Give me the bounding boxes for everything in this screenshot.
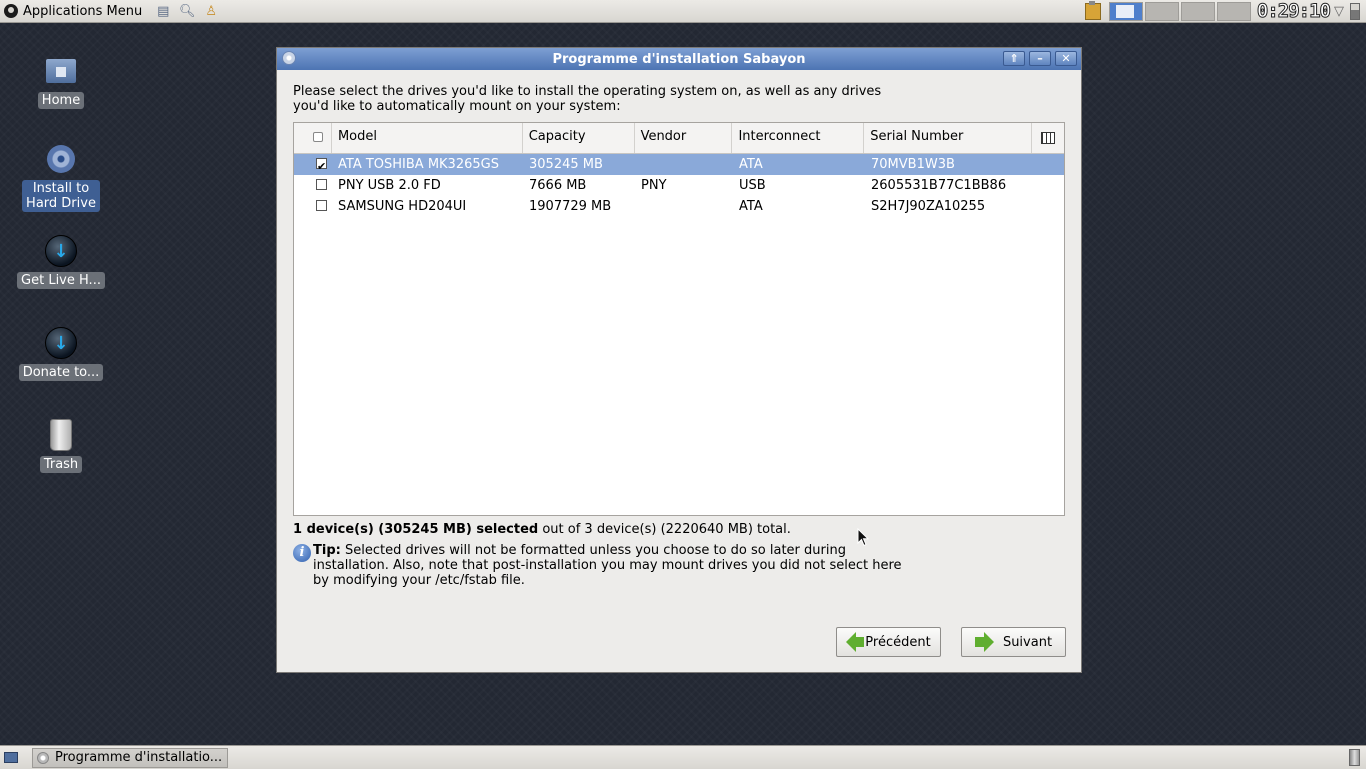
row-checkbox[interactable] bbox=[316, 156, 327, 175]
column-vendor[interactable]: Vendor bbox=[635, 123, 733, 153]
desktop-icon-label: Trash bbox=[39, 456, 83, 473]
back-button[interactable]: Précédent bbox=[836, 627, 941, 657]
table-row[interactable]: ATA TOSHIBA MK3265GS 305245 MB ATA 70MVB… bbox=[294, 154, 1064, 175]
cell-interconnect: ATA bbox=[739, 199, 763, 214]
desktop-icon-install[interactable]: Install to Hard Drive bbox=[11, 142, 111, 212]
selection-summary: 1 device(s) (305245 MB) selected out of … bbox=[293, 522, 791, 537]
arrow-left-icon bbox=[846, 632, 865, 652]
close-button[interactable]: ✕ bbox=[1055, 51, 1077, 66]
cell-vendor: PNY bbox=[641, 178, 667, 193]
cell-vendor bbox=[635, 154, 733, 175]
panel-trash-icon[interactable] bbox=[1349, 749, 1360, 766]
mouse-cursor-icon bbox=[857, 528, 869, 547]
search-launcher-icon[interactable]: 🔍︎ bbox=[178, 2, 196, 20]
taskbar-button-installer[interactable]: Programme d'installatio... bbox=[32, 747, 228, 768]
column-chooser-button[interactable] bbox=[1032, 123, 1064, 153]
minimize-button[interactable]: – bbox=[1029, 51, 1051, 66]
clock[interactable]: 0:29:10 bbox=[1256, 0, 1331, 23]
cell-interconnect: USB bbox=[739, 178, 766, 193]
desktop-icon-home[interactable]: Home bbox=[11, 54, 111, 109]
row-checkbox[interactable] bbox=[316, 179, 327, 190]
trash-icon bbox=[50, 419, 72, 451]
file-manager-launcher-icon[interactable]: ▤ bbox=[154, 2, 172, 20]
arrow-right-icon bbox=[974, 632, 994, 652]
applications-menu-button[interactable]: Applications Menu bbox=[0, 0, 148, 22]
show-desktop-icon[interactable] bbox=[4, 752, 18, 763]
instructions-text: Please select the drives you'd like to i… bbox=[293, 84, 882, 114]
table-row[interactable]: PNY USB 2.0 FD 7666 MB PNY USB 2605531B7… bbox=[294, 175, 1064, 196]
desktop-icon-get-live[interactable]: ↓ Get Live H... bbox=[11, 234, 111, 289]
tip-text: Selected drives will not be formatted un… bbox=[313, 543, 902, 588]
system-tray: 0:29:10 ▽ bbox=[1084, 0, 1366, 23]
cell-serial: 70MVB1W3B bbox=[871, 157, 955, 172]
desktop-icon-label: Install to Hard Drive bbox=[22, 180, 100, 212]
home-folder-icon bbox=[46, 59, 76, 83]
battery-icon[interactable] bbox=[1350, 2, 1360, 20]
workspace-4[interactable] bbox=[1216, 1, 1251, 21]
bottom-panel: Programme d'installatio... bbox=[0, 745, 1366, 769]
cell-serial: 2605531B77C1BB86 bbox=[871, 178, 1007, 193]
download-icon: ↓ bbox=[45, 235, 77, 267]
column-model[interactable]: Model bbox=[332, 123, 523, 153]
select-all-header[interactable] bbox=[294, 123, 332, 153]
desktop-icon-label: Donate to... bbox=[18, 364, 104, 381]
maximize-button[interactable]: ⇑ bbox=[1003, 51, 1025, 66]
desktop-icon-label: Home bbox=[37, 92, 85, 109]
info-icon: i bbox=[293, 544, 311, 562]
column-serial-number[interactable]: Serial Number bbox=[864, 123, 1033, 153]
workspace-1[interactable] bbox=[1108, 1, 1143, 21]
row-checkbox[interactable] bbox=[316, 200, 327, 211]
workspace-3[interactable] bbox=[1180, 1, 1215, 21]
tip-label: Tip: bbox=[313, 543, 341, 558]
taskbar-button-label: Programme d'installatio... bbox=[55, 750, 223, 765]
disc-icon bbox=[47, 145, 75, 173]
top-panel: Applications Menu ▤ 🔍︎ ♙ 0:29:10 ▽ bbox=[0, 0, 1366, 23]
summary-bold: 1 device(s) (305245 MB) selected bbox=[293, 522, 539, 537]
column-interconnect[interactable]: Interconnect bbox=[732, 123, 865, 153]
clipboard-icon[interactable] bbox=[1084, 0, 1101, 20]
window-titlebar[interactable]: Programme d'installation Sabayon ⇑ – ✕ bbox=[277, 48, 1081, 70]
drives-table[interactable]: Model Capacity Vendor Interconnect Seria… bbox=[293, 122, 1065, 516]
cell-model: PNY USB 2.0 FD bbox=[338, 178, 441, 193]
workspace-2[interactable] bbox=[1144, 1, 1179, 21]
applications-menu-label: Applications Menu bbox=[23, 3, 143, 19]
table-header: Model Capacity Vendor Interconnect Seria… bbox=[294, 123, 1064, 154]
user-launcher-icon[interactable]: ♙ bbox=[202, 2, 220, 20]
cell-capacity: 7666 MB bbox=[529, 178, 587, 193]
tip-box: i Tip: Selected drives will not be forma… bbox=[293, 543, 913, 588]
next-button[interactable]: Suivant bbox=[961, 627, 1066, 657]
window-menu-icon[interactable] bbox=[282, 51, 296, 65]
cell-capacity: 305245 MB bbox=[529, 157, 603, 172]
installer-app-icon bbox=[37, 751, 49, 764]
desktop-icon-donate[interactable]: ↓ Donate to... bbox=[11, 326, 111, 381]
columns-icon bbox=[1041, 132, 1056, 144]
desktop-icon-trash[interactable]: Trash bbox=[11, 418, 111, 473]
cell-model: SAMSUNG HD204UI bbox=[338, 199, 467, 214]
desktop-icon-label: Get Live H... bbox=[17, 272, 105, 289]
download-icon: ↓ bbox=[45, 327, 77, 359]
summary-rest: out of 3 device(s) (2220640 MB) total. bbox=[538, 522, 791, 537]
sabayon-logo-icon bbox=[4, 4, 18, 18]
cell-vendor bbox=[635, 196, 733, 217]
window-title: Programme d'installation Sabayon bbox=[552, 51, 806, 67]
cell-model: ATA TOSHIBA MK3265GS bbox=[338, 157, 499, 172]
network-icon[interactable]: ▽ bbox=[1334, 4, 1344, 19]
table-row[interactable]: SAMSUNG HD204UI 1907729 MB ATA S2H7J90ZA… bbox=[294, 196, 1064, 217]
cell-serial: S2H7J90ZA10255 bbox=[871, 199, 986, 214]
cell-interconnect: ATA bbox=[739, 157, 763, 172]
column-capacity[interactable]: Capacity bbox=[523, 123, 635, 153]
select-all-checkbox[interactable] bbox=[313, 132, 323, 142]
installer-window: Programme d'installation Sabayon ⇑ – ✕ P… bbox=[276, 47, 1082, 673]
cell-capacity: 1907729 MB bbox=[529, 199, 612, 214]
